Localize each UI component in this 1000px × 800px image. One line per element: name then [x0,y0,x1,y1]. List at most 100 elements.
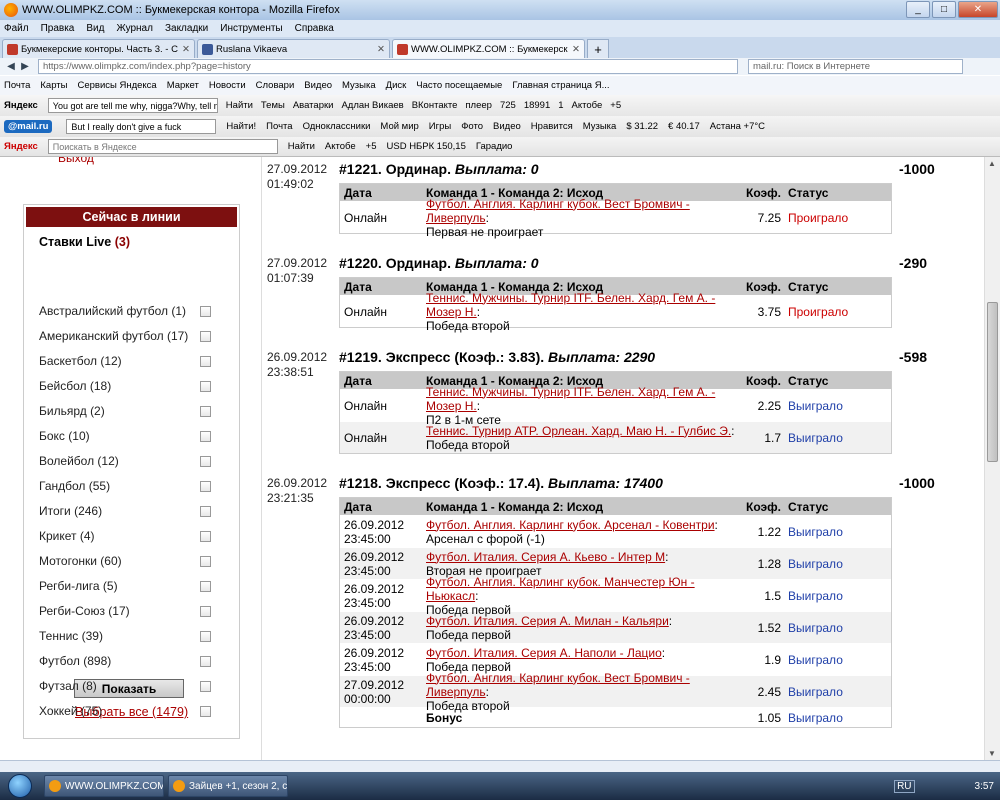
sport-item[interactable]: Хоккей (75) [39,704,102,718]
sport-checkbox[interactable] [200,331,211,342]
menu-item-2[interactable]: Вид [86,23,104,34]
event-link[interactable]: Футбол. Италия. Серия А. Кьево - Интер М [426,550,665,564]
sport-checkbox[interactable] [200,481,211,492]
sport-item[interactable]: Американский футбол (17) [39,329,188,343]
event-link[interactable]: Теннис. Мужчины. Турнир ITF. Белен. Хард… [426,385,715,413]
toolbar3-item-1[interactable]: +5 [366,141,377,152]
clock[interactable]: 3:57 [975,781,994,792]
toolbar2-item-1[interactable]: Одноклассники [303,121,371,132]
toolbar1-item-5[interactable]: 725 [500,100,516,111]
toolbar1-item-8[interactable]: Актобе [572,100,603,111]
start-button[interactable] [0,772,40,800]
sport-checkbox[interactable] [200,381,211,392]
bookmark-item-9[interactable]: Часто посещаемые [416,80,502,91]
toolbar2-item-5[interactable]: Видео [493,121,521,132]
sport-checkbox[interactable] [200,706,211,717]
sport-checkbox[interactable] [200,656,211,667]
sport-checkbox[interactable] [200,506,211,517]
scroll-up-icon[interactable]: ▲ [988,159,996,168]
tab-close-icon[interactable]: ✕ [182,44,190,55]
maximize-button[interactable]: □ [932,1,956,18]
toolbar2-item-7[interactable]: Музыка [583,121,617,132]
browser-tab-2[interactable]: WWW.OLIMPKZ.COM :: Букмекерская к... ✕ [392,39,585,58]
toolbar2-item-4[interactable]: Фото [461,121,483,132]
event-link[interactable]: Футбол. Италия. Серия А. Милан - Кальяри [426,614,669,628]
menu-item-0[interactable]: Файл [4,23,29,34]
close-button[interactable]: ✕ [958,1,998,18]
sport-checkbox[interactable] [200,306,211,317]
toolbar2-item-8[interactable]: $ 31.22 [626,121,658,132]
mailru-find-button[interactable]: Найти! [226,121,256,132]
search-input[interactable]: mail.ru: Поиск в Интернете [748,59,963,74]
yandex-bar-input[interactable]: Поискать в Яндексе [47,139,278,154]
url-input[interactable]: https://www.olimpkz.com/index.php?page=h… [38,59,738,74]
back-icon[interactable]: ◀ [4,61,18,72]
logout-link[interactable]: Выход [58,157,94,165]
sport-checkbox[interactable] [200,556,211,567]
bookmark-item-4[interactable]: Новости [209,80,246,91]
toolbar3-item-3[interactable]: Гарадио [476,141,513,152]
toolbar1-item-6[interactable]: 18991 [524,100,550,111]
sport-checkbox[interactable] [200,681,211,692]
sport-item[interactable]: Итоги (246) [39,504,102,518]
event-link[interactable]: Футбол. Англия. Карлинг кубок. Вест Бром… [426,671,690,699]
sport-item[interactable]: Регби-лига (5) [39,579,118,593]
browser-tab-1[interactable]: Ruslana Vikaeva ✕ [197,39,390,58]
event-link[interactable]: Теннис. Турнир ATP. Орлеан. Хард. Маю Н.… [426,424,731,438]
menu-item-1[interactable]: Правка [41,23,75,34]
sport-item[interactable]: Бокс (10) [39,429,90,443]
sport-item[interactable]: Бейсбол (18) [39,379,111,393]
sport-checkbox[interactable] [200,631,211,642]
event-link[interactable]: Теннис. Мужчины. Турнир ITF. Белен. Хард… [426,291,715,319]
sport-item[interactable]: Футзал (8) [39,679,97,693]
menu-item-6[interactable]: Справка [295,23,334,34]
sport-checkbox[interactable] [200,581,211,592]
sport-item[interactable]: Австралийский футбол (1) [39,304,186,318]
tab-close-icon[interactable]: ✕ [572,44,580,55]
toolbar1-item-0[interactable]: Темы [261,100,285,111]
bookmark-item-0[interactable]: Почта [4,80,30,91]
sport-item[interactable]: Баскетбол (12) [39,354,122,368]
toolbar1-item-2[interactable]: Адлан Викаев [341,100,403,111]
taskbar-task-0[interactable]: WWW.OLIMPKZ.COM ... [44,775,164,797]
sport-checkbox[interactable] [200,431,211,442]
bookmark-item-8[interactable]: Диск [386,80,407,91]
scrollbar-thumb[interactable] [987,302,998,462]
bookmark-item-3[interactable]: Маркет [167,80,199,91]
sport-item[interactable]: Регби-Союз (17) [39,604,130,618]
bookmark-item-6[interactable]: Видео [304,80,332,91]
toolbar2-item-6[interactable]: Нравится [531,121,573,132]
toolbar1-item-1[interactable]: Аватарки [293,100,334,111]
scroll-down-icon[interactable]: ▼ [988,749,996,758]
bookmark-item-10[interactable]: Главная страница Я... [512,80,609,91]
sport-checkbox[interactable] [200,531,211,542]
sport-item[interactable]: Гандбол (55) [39,479,110,493]
sport-checkbox[interactable] [200,356,211,367]
event-link[interactable]: Футбол. Англия. Карлинг кубок. Вест Бром… [426,197,690,225]
toolbar2-item-9[interactable]: € 40.17 [668,121,700,132]
bookmark-item-2[interactable]: Сервисы Яндекса [77,80,156,91]
yandex-find-button[interactable]: Найти [226,100,253,111]
browser-tab-0[interactable]: Букмекерские конторы. Часть 3. - Стр... ✕ [2,39,195,58]
toolbar3-item-2[interactable]: USD НБРК 150,15 [387,141,466,152]
forward-icon[interactable]: ▶ [18,61,32,72]
toolbar1-item-7[interactable]: 1 [558,100,563,111]
toolbar1-item-3[interactable]: ВКонтакте [412,100,458,111]
event-link[interactable]: Футбол. Англия. Карлинг кубок. Арсенал -… [426,518,715,532]
page-scrollbar[interactable]: ▲ ▼ [984,157,1000,760]
toolbar1-item-9[interactable]: +5 [610,100,621,111]
bookmark-item-5[interactable]: Словари [256,80,295,91]
toolbar1-item-4[interactable]: плеер [465,100,492,111]
sport-item[interactable]: Волейбол (12) [39,454,119,468]
bookmark-item-1[interactable]: Карты [40,80,67,91]
sport-checkbox[interactable] [200,456,211,467]
sport-item[interactable]: Мотогонки (60) [39,554,122,568]
sport-item[interactable]: Футбол (898) [39,654,111,668]
menu-item-3[interactable]: Журнал [116,23,153,34]
taskbar-task-1[interactable]: Зайцев +1, сезон 2, с... [168,775,288,797]
toolbar2-item-2[interactable]: Мой мир [380,121,418,132]
sport-checkbox[interactable] [200,406,211,417]
minimize-button[interactable]: _ [906,1,930,18]
menu-item-4[interactable]: Закладки [165,23,208,34]
sport-item[interactable]: Крикет (4) [39,529,95,543]
